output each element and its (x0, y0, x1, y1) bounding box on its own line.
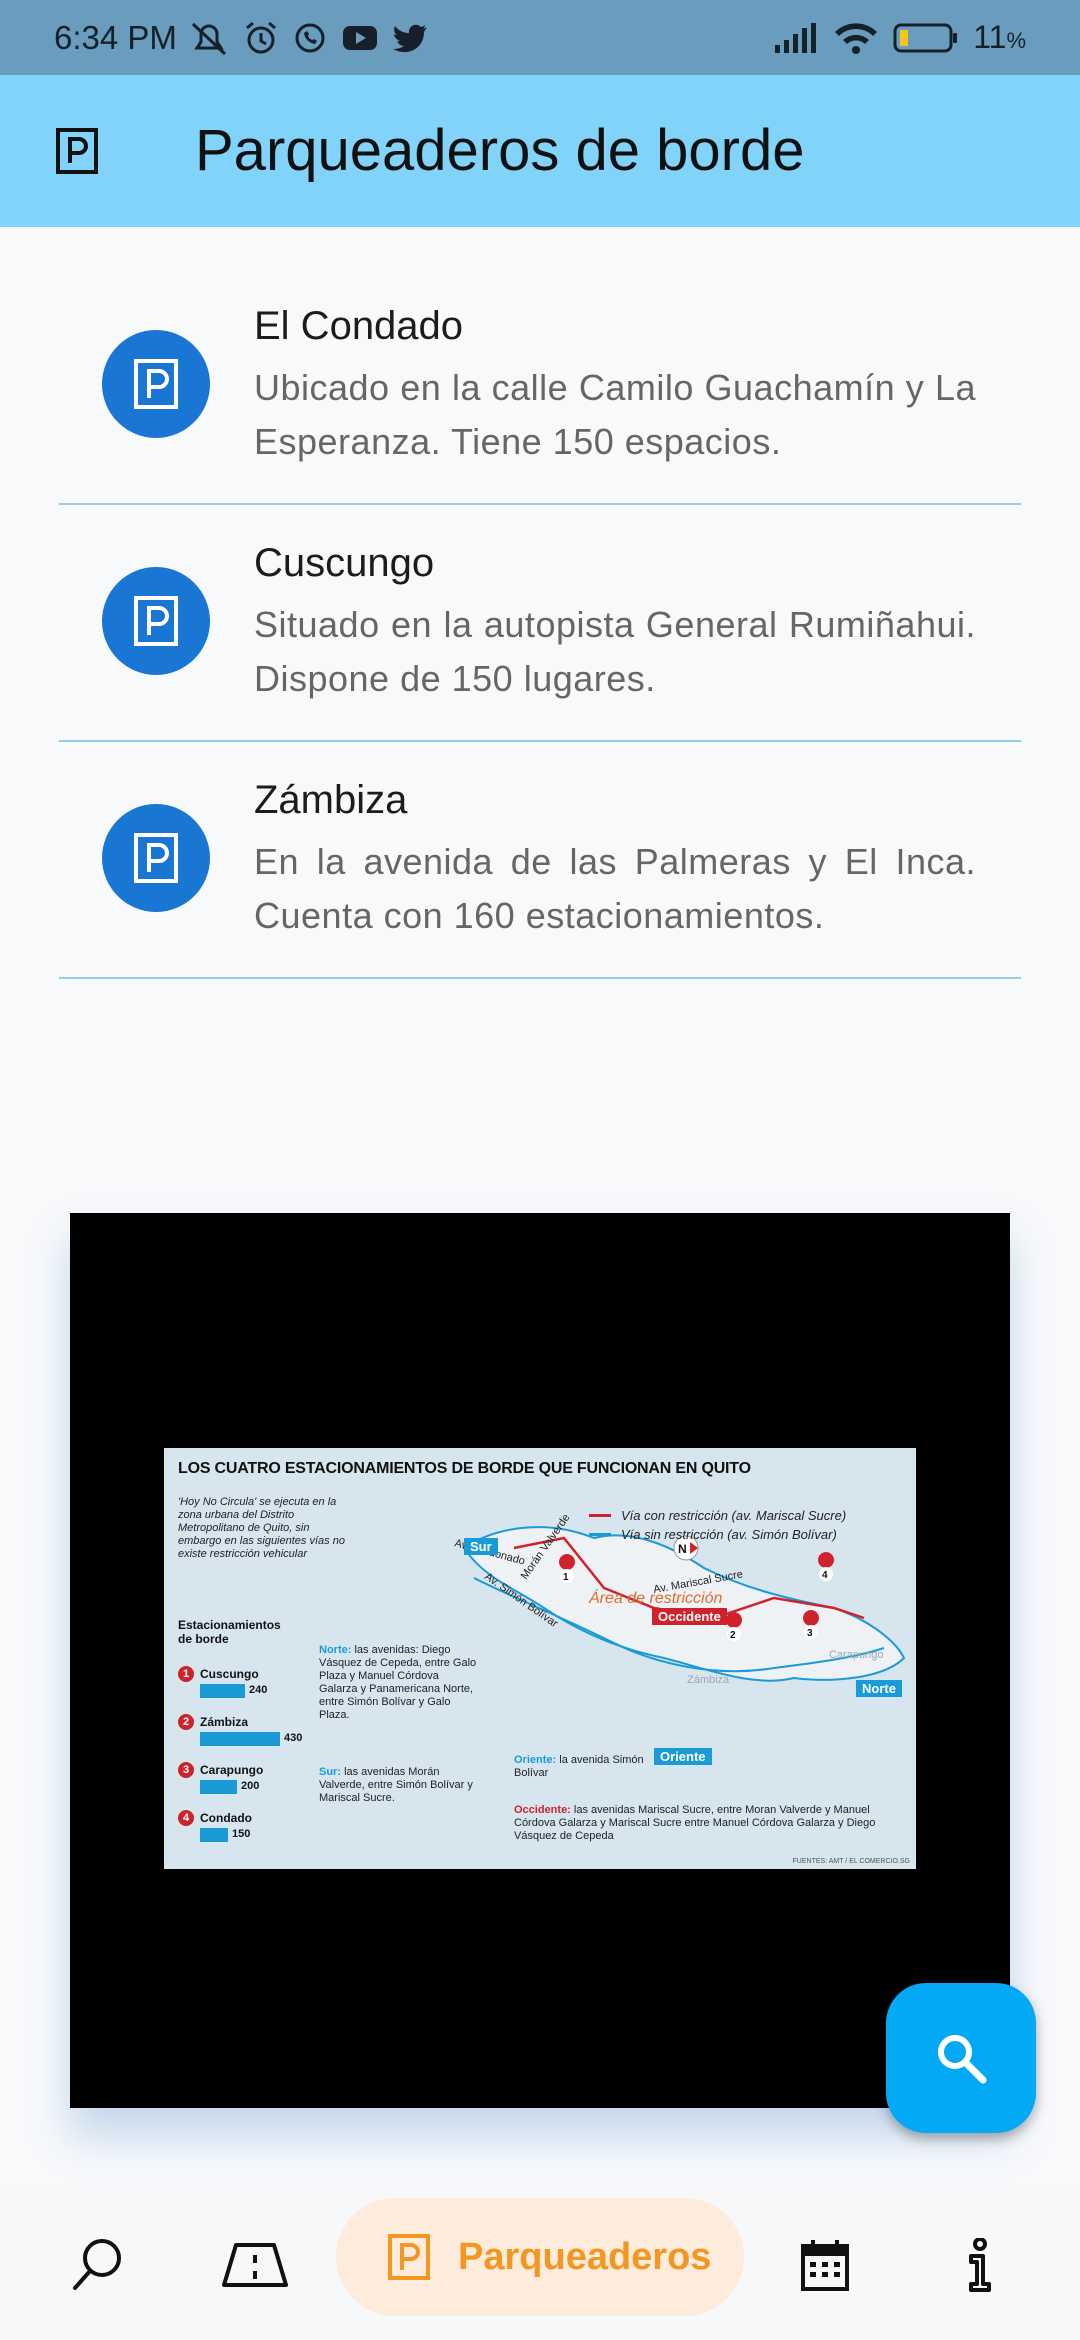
nav-parqueaderos-label: Parqueaderos (458, 2235, 712, 2278)
tag-sur: Sur (464, 1538, 498, 1555)
map-label-carapungo: Carapungo (829, 1649, 883, 1661)
search-icon (73, 2239, 121, 2290)
bar-value: 430 (284, 1732, 303, 1744)
bar (200, 1780, 237, 1794)
map-legend: Vía con restricción (av. Mariscal Sucre)… (589, 1508, 846, 1546)
bar-name: Carapungo (200, 1763, 264, 1777)
notification-icons (189, 20, 429, 56)
list-item[interactable]: El Condado Ubicado en la calle Camilo Gu… (59, 268, 1021, 505)
nav-parqueaderos[interactable]: Parqueaderos (336, 2198, 744, 2316)
bar-row: 2 Zámbiza 430 (178, 1714, 318, 1750)
bar-number: 3 (178, 1762, 194, 1778)
bar-name: Condado (200, 1811, 252, 1825)
avatar (102, 804, 210, 912)
search-fab[interactable] (886, 1983, 1036, 2133)
bar-number: 1 (178, 1666, 194, 1682)
bar (200, 1732, 280, 1746)
map-image-card[interactable]: LOS CUATRO ESTACIONAMIENTOS DE BORDE QUE… (70, 1213, 1010, 2108)
bar-number: 2 (178, 1714, 194, 1730)
list-item[interactable]: Zámbiza En la avenida de las Palmeras y … (59, 742, 1021, 979)
nav-road[interactable] (200, 2190, 310, 2340)
bar-name: Zámbiza (200, 1715, 249, 1729)
nav-info[interactable] (930, 2190, 1030, 2340)
bar-number: 4 (178, 1810, 194, 1826)
battery-icon (893, 23, 958, 52)
map-pin-4-number: 4 (822, 1570, 828, 1581)
avatar (102, 330, 210, 438)
occidente-text: Occidente: las avenidas Mariscal Sucre, … (514, 1804, 904, 1843)
bar (200, 1684, 245, 1698)
nav-calendar[interactable] (770, 2190, 880, 2340)
tag-occidente: Occidente (652, 1608, 727, 1625)
parking-icon (134, 596, 178, 646)
battery-text: 11% (973, 19, 1026, 56)
parking-description: En la avenida de las Palmeras y El Inca.… (254, 841, 976, 936)
alarm-icon (245, 21, 276, 53)
parking-name: El Condado (254, 304, 464, 348)
youtube-icon (342, 25, 377, 50)
map-label-area: Área de restricción (588, 1588, 722, 1607)
calendar-icon (801, 2240, 849, 2291)
parking-name: Zámbiza (254, 778, 408, 822)
info-icon (969, 2238, 991, 2292)
bar-row: 3 Carapungo 200 (178, 1762, 318, 1798)
infographic-source: FUENTES: AMT / EL COMERCIO.SG (792, 1858, 910, 1865)
mute-icon (191, 22, 226, 55)
parking-icon (388, 2234, 430, 2280)
nav-search[interactable] (48, 2190, 148, 2340)
app-bar: Parqueaderos de borde (0, 75, 1080, 227)
bar (200, 1828, 228, 1842)
list-item[interactable]: Cuscungo Situado en la autopista General… (59, 505, 1021, 742)
page-title: Parqueaderos de borde (195, 118, 805, 183)
parking-description: Ubicado en la calle Camilo Guachamín y L… (254, 367, 976, 462)
whatsapp-icon (295, 23, 325, 52)
infographic: LOS CUATRO ESTACIONAMIENTOS DE BORDE QUE… (164, 1448, 916, 1869)
parking-icon (134, 359, 178, 409)
map-pin-1-number: 1 (563, 1572, 569, 1583)
legend-unrestricted: Vía sin restricción (av. Simón Bolívar) (621, 1527, 837, 1542)
legend-restricted: Vía con restricción (av. Mariscal Sucre) (621, 1508, 847, 1523)
norte-label: Norte: (319, 1644, 352, 1656)
bar-row: 4 Condado 150 (178, 1810, 318, 1846)
bar-value: 240 (249, 1684, 268, 1696)
bar-name: Cuscungo (200, 1667, 259, 1681)
parking-icon[interactable] (55, 127, 99, 175)
map-label-zambiza: Zámbiza (687, 1674, 730, 1686)
sur-description: las avenidas Morán Valverde, entre Simón… (319, 1766, 473, 1804)
map-pin-2-number: 2 (730, 1630, 736, 1641)
parking-description: Situado en la autopista General Rumiñahu… (254, 604, 976, 699)
occidente-label: Occidente: (514, 1804, 571, 1816)
wifi-icon (835, 22, 878, 54)
infographic-note: 'Hoy No Circula' se ejecuta en la zona u… (178, 1496, 345, 1560)
parking-icon (134, 833, 178, 883)
parking-bars-heading: Estacionamientos de borde (178, 1618, 281, 1646)
system-icons: 11% (773, 19, 1026, 56)
norte-text: Norte: las avenidas: Diego Vásquez de Ce… (319, 1644, 479, 1722)
parking-name: Cuscungo (254, 541, 435, 585)
bar-value: 200 (241, 1780, 260, 1792)
search-icon (938, 2035, 987, 2084)
battery-percent: 11 (973, 19, 1007, 55)
twitter-icon (392, 24, 427, 52)
infographic-title: LOS CUATRO ESTACIONAMIENTOS DE BORDE QUE… (178, 1460, 751, 1477)
legend-line-red (589, 1514, 611, 1517)
legend-line-blue (589, 1533, 611, 1536)
avatar (102, 567, 210, 675)
parking-list: El Condado Ubicado en la calle Camilo Gu… (59, 268, 1021, 979)
sur-text: Sur: las avenidas Morán Valverde, entre … (319, 1766, 479, 1805)
oriente-text: Oriente: la avenida Simón Bolívar (514, 1754, 644, 1780)
tag-norte: Norte (856, 1680, 902, 1697)
oriente-label: Oriente: (514, 1754, 557, 1766)
road-icon (222, 2243, 288, 2287)
tag-oriente: Oriente (654, 1748, 712, 1765)
bar-row: 1 Cuscungo 240 (178, 1666, 318, 1702)
status-time: 6:34 PM (54, 18, 177, 56)
status-bar: 6:34 PM 11% (0, 0, 1080, 75)
map-pin-3-number: 3 (807, 1628, 813, 1639)
signal-icon (775, 22, 817, 53)
sur-label: Sur: (319, 1766, 341, 1778)
bar-value: 150 (232, 1828, 251, 1840)
battery-unit: % (1006, 28, 1026, 53)
